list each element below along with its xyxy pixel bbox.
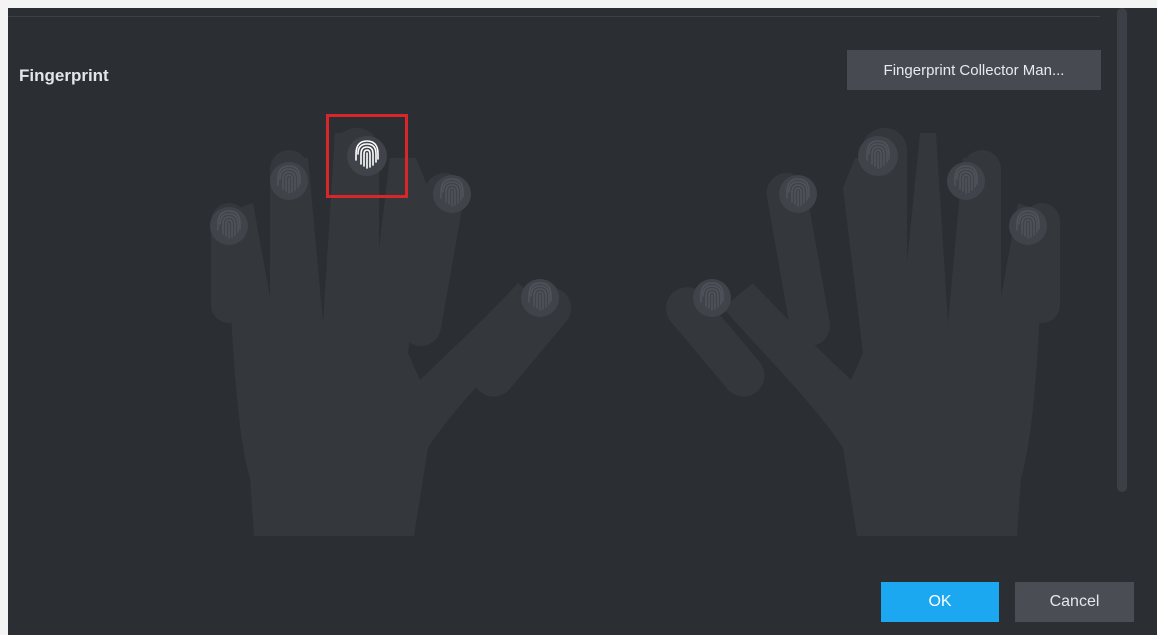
left-ring-slot[interactable] xyxy=(270,162,308,200)
window-frame-top xyxy=(0,0,1157,8)
hands-illustration xyxy=(210,128,1060,536)
ok-button[interactable]: OK xyxy=(881,582,999,622)
selected-finger-highlight xyxy=(326,114,408,198)
right-hand xyxy=(665,128,1060,536)
left-thumb-slot[interactable] xyxy=(521,279,559,317)
right-pinky-slot[interactable] xyxy=(1009,207,1047,245)
cancel-button[interactable]: Cancel xyxy=(1015,582,1134,622)
right-thumb-slot[interactable] xyxy=(693,279,731,317)
left-index-slot[interactable] xyxy=(433,175,471,213)
right-ring-slot[interactable] xyxy=(947,162,985,200)
right-index-slot[interactable] xyxy=(779,175,817,213)
window-frame-left xyxy=(0,0,8,635)
fingerprint-dialog: Fingerprint Fingerprint Collector Man... xyxy=(8,8,1157,635)
left-pinky-slot[interactable] xyxy=(210,207,248,245)
right-middle-slot[interactable] xyxy=(858,136,898,176)
